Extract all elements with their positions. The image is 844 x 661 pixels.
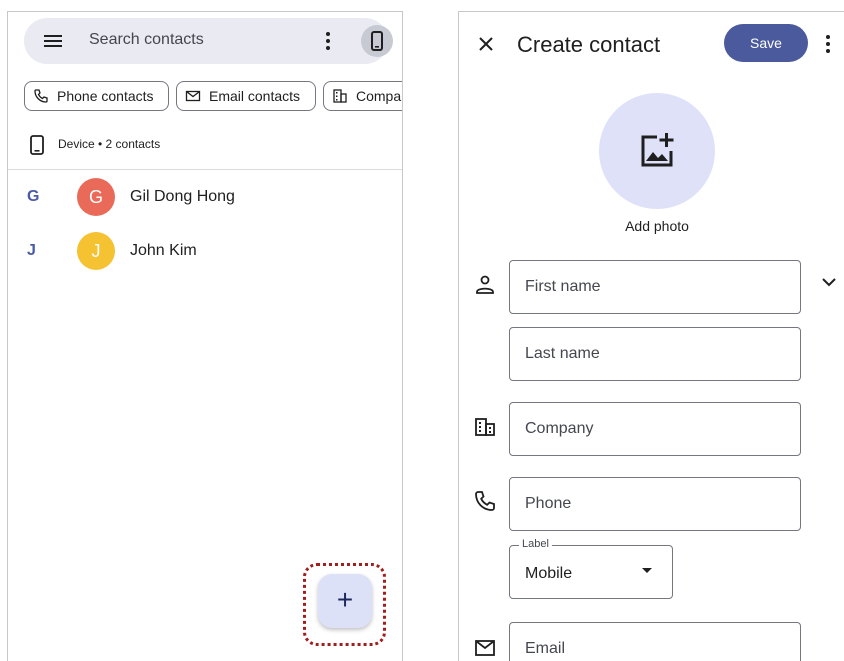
section-letter: J [27, 242, 36, 259]
add-photo-button[interactable] [599, 93, 715, 209]
more-options-icon[interactable] [316, 29, 340, 53]
contact-name: Gil Dong Hong [130, 188, 235, 205]
building-icon [475, 418, 495, 436]
email-placeholder: Email [525, 640, 566, 657]
divider [8, 169, 402, 170]
plus-icon: + [336, 584, 354, 615]
chevron-down-icon[interactable] [817, 270, 841, 294]
avatar: G [77, 178, 115, 216]
smartphone-icon [371, 31, 383, 51]
company-field[interactable]: Company [509, 402, 801, 456]
mail-icon [475, 640, 495, 656]
phone-label-select[interactable]: Label Mobile [509, 538, 673, 599]
filter-chip-label: Phone contacts [57, 88, 154, 104]
mail-icon [185, 90, 201, 102]
filter-chip-email-contacts[interactable]: Email contacts [176, 81, 316, 111]
last-name-placeholder: Last name [525, 345, 600, 362]
close-icon[interactable] [474, 32, 498, 56]
phone-icon [475, 491, 495, 511]
dropdown-arrow-icon [642, 568, 652, 573]
smartphone-icon [30, 135, 44, 155]
add-contact-button[interactable]: + [318, 574, 372, 628]
avatar: J [77, 232, 115, 270]
last-name-field[interactable]: Last name [509, 327, 801, 381]
first-name-placeholder: First name [525, 278, 601, 295]
menu-icon[interactable] [42, 30, 64, 52]
company-placeholder: Company [525, 420, 594, 437]
filter-chip-label: Compar [356, 88, 403, 104]
search-input[interactable]: Search contacts [89, 31, 204, 49]
phone-placeholder: Phone [525, 495, 572, 512]
phone-field[interactable]: Phone [509, 477, 801, 531]
section-letter: G [27, 188, 40, 205]
list-item[interactable]: J J John Kim [8, 230, 402, 274]
person-icon [476, 275, 494, 294]
save-button[interactable]: Save [724, 24, 808, 62]
page-title: Create contact [517, 32, 661, 57]
phone-label-legend: Label [519, 538, 552, 550]
filter-chip-company[interactable]: Compar [323, 81, 403, 111]
contact-name: John Kim [130, 242, 197, 259]
building-icon [333, 89, 347, 103]
search-bar[interactable]: Search contacts [24, 18, 393, 64]
filter-chip-phone-contacts[interactable]: Phone contacts [24, 81, 169, 111]
email-field[interactable]: Email [509, 622, 801, 661]
add-photo-label: Add photo [625, 218, 689, 234]
account-source-label: Device • 2 contacts [58, 137, 161, 151]
account-device-button[interactable] [361, 25, 393, 57]
create-contact-screen: Create contact Save Add photo First name… [458, 11, 844, 661]
first-name-field[interactable]: First name [509, 260, 801, 314]
list-item[interactable]: G G Gil Dong Hong [8, 176, 402, 220]
more-options-icon[interactable] [817, 32, 839, 56]
add-photo-icon [641, 133, 674, 167]
phone-label-value: Mobile [525, 565, 573, 582]
phone-icon [34, 89, 48, 103]
filter-chip-label: Email contacts [209, 88, 301, 104]
